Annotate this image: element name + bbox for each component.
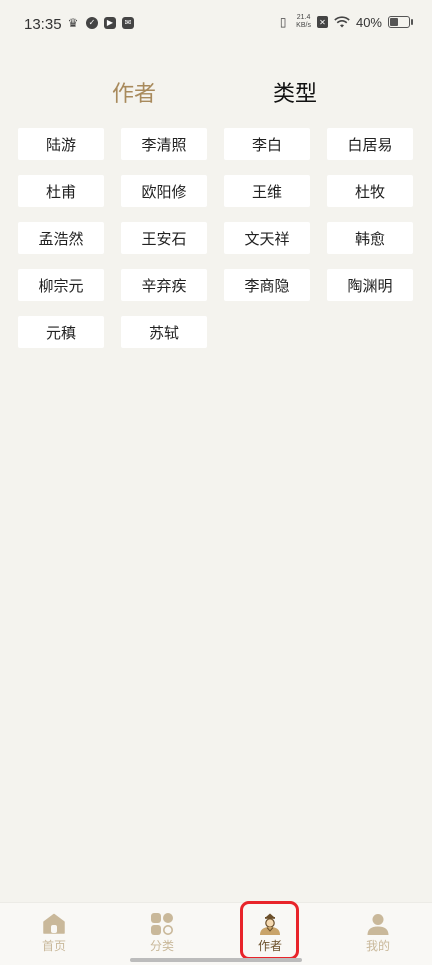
user-icon [367, 914, 389, 935]
author-button[interactable]: 辛弃疾 [121, 269, 207, 301]
author-grid: 陆游 李清照 李白 白居易杜甫 欧阳修 王维 杜牧孟浩然 王安石 文天祥 韩愈柳宗元 辛弃疾 李商隐陶… [18, 128, 414, 348]
vibrate-icon: ▯ [279, 15, 287, 29]
check-circle-icon: ✓ [86, 17, 98, 29]
play-icon: ▶ [104, 17, 116, 29]
author-button[interactable]: 欧阳修 [121, 175, 207, 207]
status-right-icons: ▯ 21.4 KB/s ✕ 40% [276, 14, 413, 30]
author-button[interactable]: 柳宗元 [18, 269, 104, 301]
tab-author[interactable]: 作者 [112, 76, 156, 108]
network-speed: 21.4 KB/s [296, 14, 311, 30]
author-button[interactable]: 王安石 [121, 222, 207, 254]
author-button[interactable]: 李清照 [121, 128, 207, 160]
nav-home-label: 首页 [41, 939, 66, 953]
author-button[interactable]: 李商隐 [224, 269, 310, 301]
top-tabs: 作者 类型 [0, 76, 432, 110]
home-icon [43, 913, 65, 934]
nav-category[interactable]: 分类 [132, 913, 192, 954]
tab-type[interactable]: 类型 [273, 76, 317, 108]
nav-mine[interactable]: 我的 [348, 913, 408, 954]
author-button[interactable]: 文天祥 [224, 222, 310, 254]
bottom-nav: 首页 分类 作者 我的 [0, 902, 432, 965]
network-speed-value: 21.4 [296, 14, 311, 21]
nav-mine-label: 我的 [365, 939, 390, 953]
network-speed-unit: KB/s [296, 22, 311, 29]
nav-category-label: 分类 [149, 939, 174, 953]
author-button[interactable]: 李白 [224, 128, 310, 160]
author-button[interactable]: 杜牧 [327, 175, 413, 207]
scholar-icon [260, 913, 280, 935]
battery-percent: 40% [355, 14, 382, 30]
author-button[interactable]: 陆游 [18, 128, 104, 160]
battery-icon [388, 16, 413, 28]
nav-author[interactable]: 作者 [240, 913, 300, 954]
author-button[interactable]: 杜甫 [18, 175, 104, 207]
status-left-icons: ♛ ✓ ▶ ✉ [66, 17, 134, 29]
mail-icon: ✉ [122, 17, 134, 29]
author-button[interactable]: 元稹 [18, 316, 104, 348]
nav-author-label: 作者 [257, 939, 282, 953]
no-sim-icon: ✕ [316, 16, 328, 28]
author-button[interactable]: 苏轼 [121, 316, 207, 348]
wifi-icon [334, 16, 350, 28]
status-bar: 13:35 ♛ ✓ ▶ ✉ ▯ 21.4 KB/s ✕ 40% [0, 0, 432, 52]
battery-fill [390, 18, 398, 26]
author-button[interactable]: 陶渊明 [327, 269, 413, 301]
author-button[interactable]: 白居易 [327, 128, 413, 160]
author-button[interactable]: 孟浩然 [18, 222, 104, 254]
nav-home[interactable]: 首页 [24, 913, 84, 954]
crown-icon: ♛ [67, 16, 79, 30]
status-time: 13:35 [24, 16, 62, 33]
author-button[interactable]: 王维 [224, 175, 310, 207]
grid-icon [151, 913, 173, 935]
author-button[interactable]: 韩愈 [327, 222, 413, 254]
home-indicator[interactable] [130, 958, 302, 962]
